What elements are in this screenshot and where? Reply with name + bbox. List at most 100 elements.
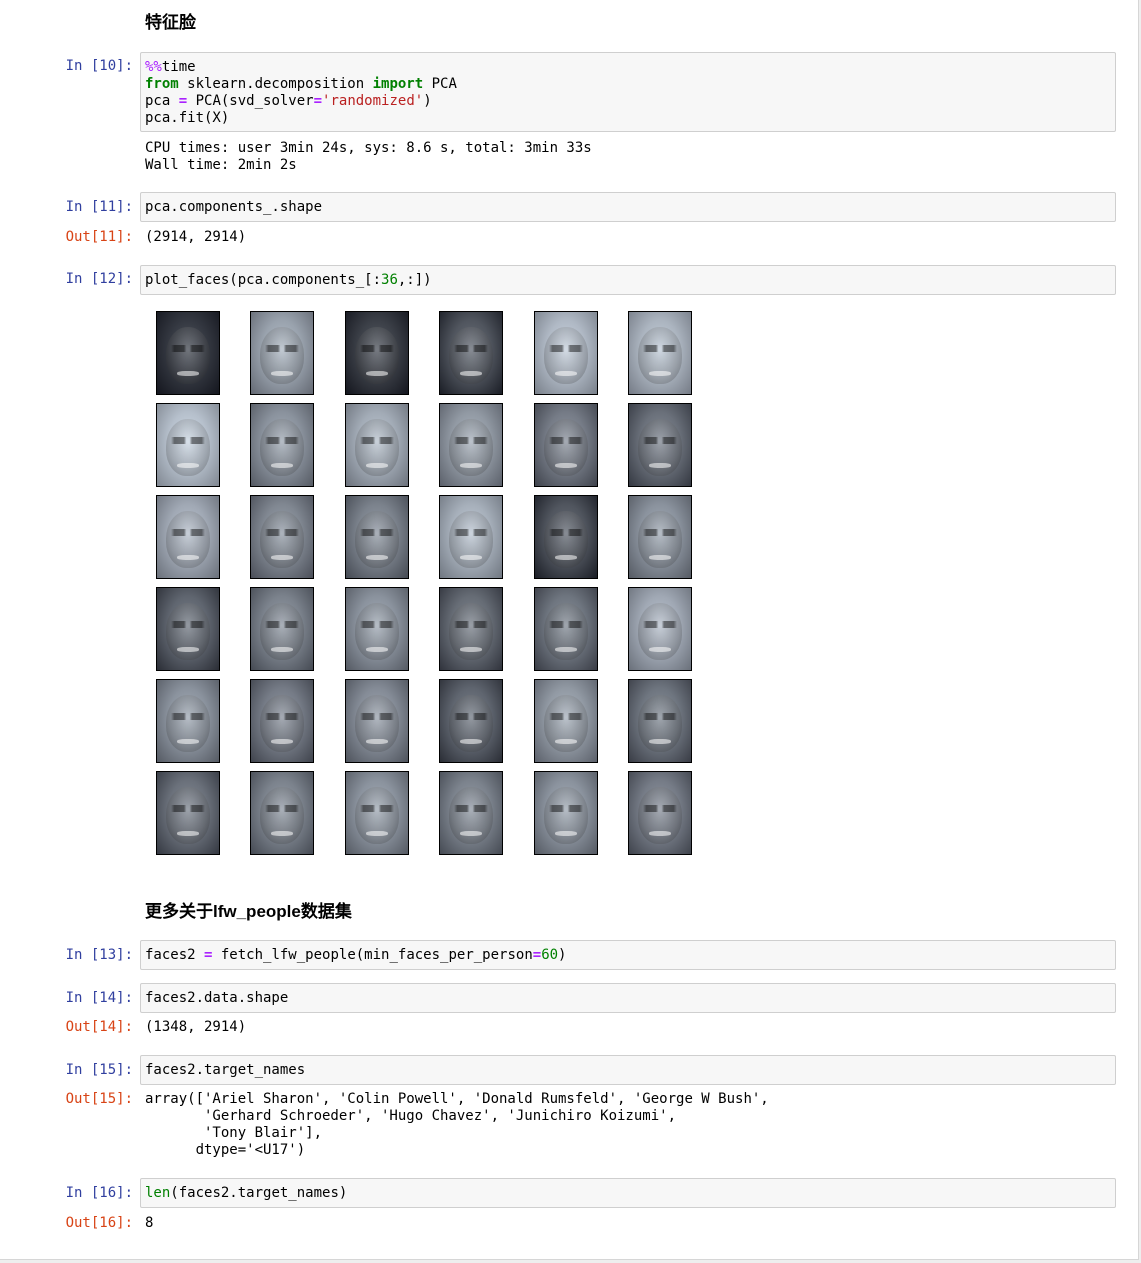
face-mouth (271, 831, 293, 836)
lfw-heading: 更多关于lfw_people数据集 (145, 902, 352, 921)
eigenface-thumbnail (628, 587, 692, 671)
cell-16-input[interactable]: len(faces2.target_names) (140, 1178, 1116, 1208)
eigenface-thumbnail (345, 771, 409, 855)
face-eyes (548, 344, 584, 353)
cell-15-output: array(['Ariel Sharon', 'Colin Powell', '… (145, 1091, 769, 1158)
eigenface-thumbnail (439, 771, 503, 855)
cell-14-out-prompt: Out[14]: (65, 1019, 133, 1035)
face-eyes (642, 620, 678, 629)
eigenface-thumbnail (534, 679, 598, 763)
face-eyes (170, 712, 206, 721)
eigenface-thumbnail (345, 679, 409, 763)
face-eyes (642, 804, 678, 813)
face-eyes (453, 344, 489, 353)
face-mouth (366, 739, 388, 744)
face-mouth (177, 739, 199, 744)
cell-12-code[interactable]: plot_faces(pca.components_[:36,:]) (141, 266, 1115, 295)
face-mouth (555, 739, 577, 744)
eigenface-thumbnail (156, 311, 220, 395)
face-mouth (460, 739, 482, 744)
eigenface-thumbnail (345, 495, 409, 579)
eigenface-thumbnail (345, 403, 409, 487)
cell-12-input[interactable]: plot_faces(pca.components_[:36,:]) (140, 265, 1116, 295)
eigenface-thumbnail (628, 679, 692, 763)
cell-10-code[interactable]: %%time from sklearn.decomposition import… (141, 53, 1115, 133)
face-eyes (264, 712, 300, 721)
face-eyes (548, 620, 584, 629)
face-mouth (460, 831, 482, 836)
cell-14-input[interactable]: faces2.data.shape (140, 983, 1116, 1013)
face-eyes (170, 344, 206, 353)
face-eyes (359, 804, 395, 813)
face-eyes (453, 712, 489, 721)
cell-14-code[interactable]: faces2.data.shape (141, 984, 1115, 1013)
eigenface-thumbnail (156, 771, 220, 855)
cell-14-in-prompt: In [14]: (65, 990, 133, 1006)
cell-16-out-prompt: Out[16]: (65, 1215, 133, 1231)
face-eyes (359, 436, 395, 445)
cell-13-in-prompt: In [13]: (65, 947, 133, 963)
face-mouth (271, 555, 293, 560)
cell-16-code[interactable]: len(faces2.target_names) (141, 1179, 1115, 1208)
face-mouth (460, 463, 482, 468)
face-mouth (649, 371, 671, 376)
cell-15-in-prompt: In [15]: (65, 1062, 133, 1078)
face-mouth (366, 555, 388, 560)
face-eyes (264, 620, 300, 629)
cell-15-out-prompt: Out[15]: (65, 1091, 133, 1107)
face-eyes (170, 436, 206, 445)
eigenface-thumbnail (439, 679, 503, 763)
face-mouth (366, 371, 388, 376)
face-mouth (649, 555, 671, 560)
cell-15-code[interactable]: faces2.target_names (141, 1056, 1115, 1085)
face-eyes (548, 804, 584, 813)
face-eyes (453, 804, 489, 813)
face-eyes (642, 528, 678, 537)
face-mouth (649, 739, 671, 744)
face-eyes (453, 528, 489, 537)
cell-11-code[interactable]: pca.components_.shape (141, 193, 1115, 222)
eigenface-thumbnail (628, 311, 692, 395)
eigenface-thumbnail (439, 403, 503, 487)
face-mouth (177, 647, 199, 652)
face-mouth (366, 463, 388, 468)
eigenface-thumbnail (534, 771, 598, 855)
face-eyes (170, 620, 206, 629)
face-eyes (453, 620, 489, 629)
face-eyes (264, 436, 300, 445)
face-eyes (170, 804, 206, 813)
face-eyes (170, 528, 206, 537)
eigenface-thumbnail (250, 587, 314, 671)
face-eyes (359, 620, 395, 629)
eigenface-thumbnail (439, 311, 503, 395)
eigenface-thumbnail (439, 587, 503, 671)
eigenface-thumbnail (250, 311, 314, 395)
face-mouth (366, 831, 388, 836)
cell-14-output: (1348, 2914) (145, 1019, 247, 1035)
face-eyes (359, 528, 395, 537)
cell-10-input[interactable]: %%time from sklearn.decomposition import… (140, 52, 1116, 132)
face-eyes (642, 436, 678, 445)
eigenface-thumbnail (628, 495, 692, 579)
cell-15-input[interactable]: faces2.target_names (140, 1055, 1116, 1085)
eigenface-thumbnail (250, 403, 314, 487)
eigenface-thumbnail (156, 495, 220, 579)
face-mouth (649, 831, 671, 836)
cell-11-input[interactable]: pca.components_.shape (140, 192, 1116, 222)
face-mouth (460, 555, 482, 560)
cell-13-code[interactable]: faces2 = fetch_lfw_people(min_faces_per_… (141, 941, 1115, 970)
face-mouth (177, 463, 199, 468)
face-eyes (548, 712, 584, 721)
cell-13-input[interactable]: faces2 = fetch_lfw_people(min_faces_per_… (140, 940, 1116, 970)
face-mouth (271, 739, 293, 744)
face-mouth (177, 371, 199, 376)
eigenfaces-heading: 特征脸 (145, 13, 196, 32)
face-mouth (271, 463, 293, 468)
cell-11-out-prompt: Out[11]: (65, 229, 133, 245)
face-eyes (264, 528, 300, 537)
face-eyes (642, 344, 678, 353)
cell-11-in-prompt: In [11]: (65, 199, 133, 215)
face-mouth (555, 647, 577, 652)
face-mouth (271, 647, 293, 652)
face-mouth (555, 463, 577, 468)
